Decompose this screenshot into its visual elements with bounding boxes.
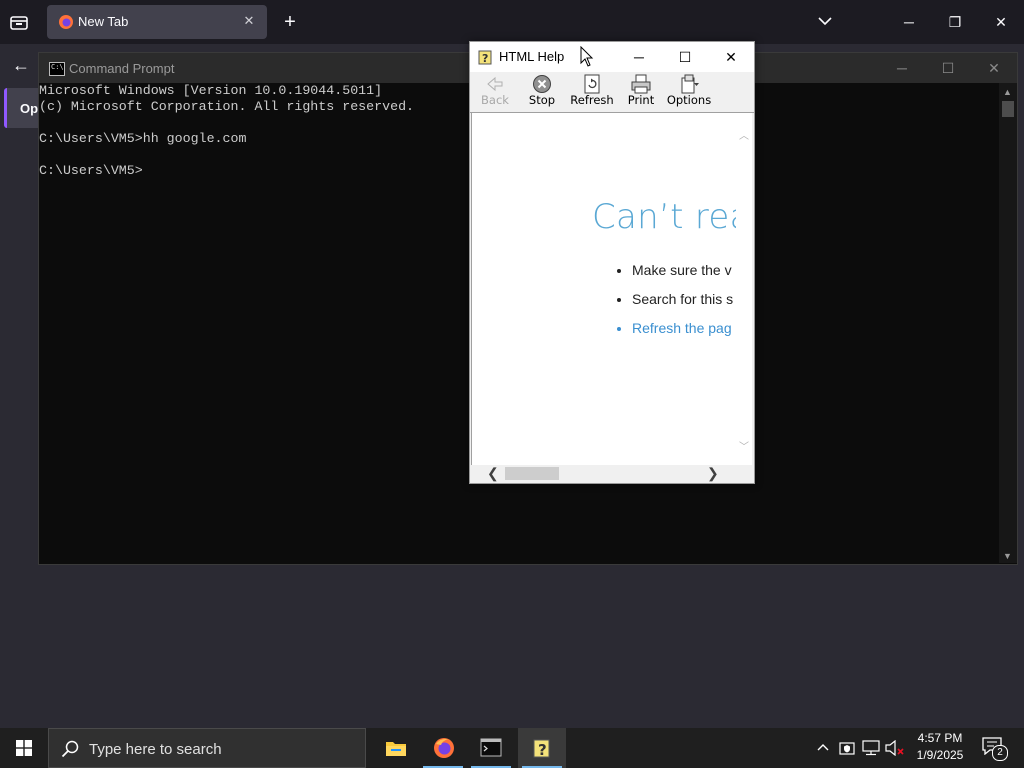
back-arrow-icon — [487, 76, 503, 92]
show-hidden-icons[interactable] — [814, 728, 832, 768]
back-button[interactable]: Back — [470, 74, 520, 111]
options-label: Options — [666, 93, 712, 107]
hh-toolbar: Back Stop Refresh Print Options — [470, 72, 754, 113]
chevron-up-icon — [817, 744, 829, 751]
hh-minimize-icon[interactable]: ─ — [616, 42, 662, 72]
hh-content-pane[interactable]: Can’t reac Make sure the v Search for th… — [471, 113, 737, 465]
scroll-right-icon[interactable]: ❯ — [707, 465, 719, 482]
html-help-window: ? HTML Help ─ ☐ ✕ Back Stop Refresh Prin… — [469, 41, 755, 484]
cmd-maximize-icon[interactable]: ☐ — [928, 55, 968, 81]
hh-close-icon[interactable]: ✕ — [708, 42, 754, 72]
help-book-icon: ? — [533, 739, 550, 759]
firefox-taskbar-button[interactable] — [419, 728, 467, 768]
scroll-down-icon[interactable]: ﹀ — [739, 438, 749, 453]
svg-text:?: ? — [482, 52, 488, 65]
terminal-icon — [480, 738, 502, 757]
print-label: Print — [627, 93, 655, 107]
refresh-icon — [584, 74, 600, 94]
svg-text:?: ? — [538, 741, 547, 759]
error-suggestions: Make sure the v Search for this s Refres… — [614, 260, 733, 347]
firefox-icon — [58, 14, 74, 30]
error-heading: Can’t reac — [592, 197, 737, 237]
scroll-up-icon[interactable]: ︿ — [739, 127, 749, 142]
refresh-page-link[interactable]: Refresh the pag — [632, 318, 733, 347]
back-label: Back — [481, 93, 509, 107]
cmd-minimize-icon[interactable]: ─ — [882, 55, 922, 81]
minimize-icon[interactable]: ─ — [895, 8, 923, 36]
start-button[interactable] — [0, 728, 48, 768]
list-item: Make sure the v — [632, 260, 733, 289]
options-button[interactable]: Options — [664, 74, 714, 111]
scroll-left-icon[interactable]: ❮ — [487, 465, 499, 482]
tab-title: New Tab — [78, 14, 129, 29]
help-book-icon: ? — [478, 49, 494, 65]
notification-center-button[interactable]: 2 — [982, 737, 1008, 761]
system-clock[interactable]: 4:57 PM 1/9/2025 — [912, 730, 968, 764]
folder-icon — [386, 742, 406, 756]
refresh-label: Refresh — [570, 93, 614, 107]
chevron-down-icon[interactable] — [816, 12, 834, 30]
printer-icon — [631, 74, 651, 94]
cmd-icon: C:\ — [49, 62, 65, 76]
hh-title-bar[interactable]: ? HTML Help ─ ☐ ✕ — [470, 42, 754, 72]
firefox-icon — [434, 738, 454, 758]
taskbar-search-box[interactable]: Type here to search — [48, 728, 366, 768]
html-help-taskbar-button[interactable]: ? — [518, 728, 566, 768]
restore-icon[interactable]: ❐ — [941, 8, 969, 36]
scroll-up-icon[interactable]: ▲ — [1003, 87, 1012, 97]
volume-muted-icon[interactable] — [884, 728, 906, 768]
file-explorer-button[interactable] — [371, 728, 419, 768]
list-all-tabs-icon[interactable] — [8, 11, 30, 33]
network-icon[interactable] — [861, 728, 881, 768]
stop-label: Stop — [528, 93, 556, 107]
hh-horizontal-scrollbar[interactable]: ❮ ❯ — [471, 465, 753, 482]
cmd-close-icon[interactable]: ✕ — [974, 55, 1014, 81]
taskbar: Type here to search ? 4:57 PM 1/9/2025 2 — [0, 728, 1024, 768]
cmd-window-title: Command Prompt — [69, 61, 175, 76]
options-icon — [681, 74, 699, 94]
list-item: Search for this s — [632, 289, 733, 318]
stop-button[interactable]: Stop — [517, 74, 567, 111]
firefox-tab-bar: New Tab ✕ + ─ ❐ ✕ — [0, 0, 1024, 44]
command-prompt-taskbar-button[interactable] — [467, 728, 515, 768]
cmd-scrollbar[interactable]: ▲ ▼ — [999, 83, 1017, 563]
notification-count-badge: 2 — [992, 745, 1008, 761]
hh-maximize-icon[interactable]: ☐ — [662, 42, 708, 72]
scroll-down-icon[interactable]: ▼ — [1003, 551, 1012, 561]
scroll-thumb[interactable] — [1002, 101, 1014, 117]
stop-icon — [533, 75, 551, 93]
search-placeholder: Type here to search — [89, 741, 222, 758]
scroll-thumb[interactable] — [505, 467, 559, 480]
security-tray-icon[interactable] — [837, 728, 857, 768]
new-tab-button[interactable]: + — [280, 11, 300, 33]
close-tab-icon[interactable]: ✕ — [240, 12, 258, 30]
tab-new-tab[interactable]: New Tab ✕ — [47, 5, 267, 39]
refresh-button[interactable]: Refresh — [567, 74, 617, 111]
print-button[interactable]: Print — [616, 74, 666, 111]
search-icon — [61, 740, 79, 758]
clock-date: 1/9/2025 — [916, 748, 964, 762]
hh-window-title: HTML Help — [499, 49, 565, 64]
hh-vertical-scrollbar[interactable]: ︿ ﹀ — [736, 113, 752, 465]
mouse-cursor-icon — [580, 45, 594, 68]
clock-time: 4:57 PM — [917, 731, 963, 745]
windows-logo-icon — [16, 740, 32, 756]
back-arrow-icon[interactable]: ← — [12, 54, 34, 76]
close-icon[interactable]: ✕ — [987, 8, 1015, 36]
